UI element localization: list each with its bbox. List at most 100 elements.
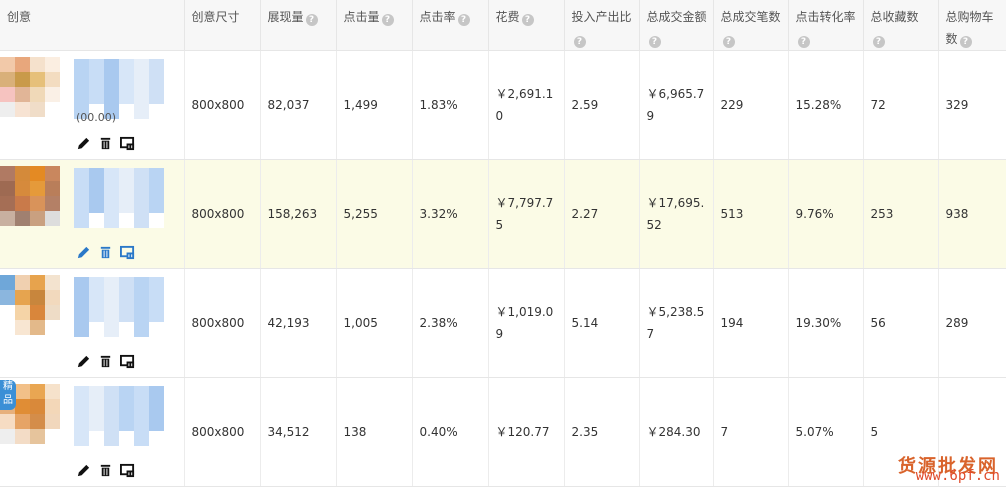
premium-badge: 精品 <box>0 380 16 410</box>
cell-favorites: 56 <box>863 269 938 378</box>
cell-cost: ￥2,691.10 <box>488 51 564 160</box>
creative-actions <box>76 463 135 478</box>
cell-impressions: 34,512 <box>260 378 336 487</box>
column-header[interactable]: 总成交金额? <box>639 0 713 51</box>
column-header[interactable]: 投入产出比? <box>564 0 639 51</box>
column-header[interactable]: 点击转化率? <box>788 0 863 51</box>
column-header[interactable]: 点击率? <box>412 0 488 51</box>
creative-title-blurred <box>74 386 164 446</box>
creative-title-blurred <box>74 168 164 228</box>
edit-icon[interactable] <box>76 136 91 151</box>
creative-thumbnail[interactable] <box>0 57 62 119</box>
cell-roi: 5.14 <box>564 269 639 378</box>
cell-carts: 329 <box>938 51 1006 160</box>
cell-orders: 7 <box>713 378 788 487</box>
delete-icon[interactable] <box>98 463 113 478</box>
cell-impressions: 42,193 <box>260 269 336 378</box>
creative-cell <box>0 160 184 269</box>
cell-size: 800x800 <box>184 160 260 269</box>
edit-icon[interactable] <box>76 245 91 260</box>
cell-ctr: 0.40% <box>412 378 488 487</box>
column-header-label: 点击率 <box>420 10 456 24</box>
cell-gmv: ￥6,965.79 <box>639 51 713 160</box>
column-header[interactable]: 创意尺寸 <box>184 0 260 51</box>
column-header-label: 创意 <box>7 10 31 24</box>
creative-title-fragment: (00.00) <box>76 107 116 129</box>
column-header[interactable]: 花费? <box>488 0 564 51</box>
cell-impressions: 158,263 <box>260 160 336 269</box>
help-icon[interactable]: ? <box>798 36 810 48</box>
edit-icon[interactable] <box>76 354 91 369</box>
cell-size: 800x800 <box>184 378 260 487</box>
preview-icon[interactable] <box>120 136 135 151</box>
column-header-label: 总成交金额 <box>647 10 707 24</box>
help-icon[interactable]: ? <box>306 14 318 26</box>
creative-actions <box>76 354 135 369</box>
cell-clicks: 5,255 <box>336 160 412 269</box>
cell-favorites: 72 <box>863 51 938 160</box>
cell-cvr: 9.76% <box>788 160 863 269</box>
cell-clicks: 1,005 <box>336 269 412 378</box>
column-header[interactable]: 总成交笔数? <box>713 0 788 51</box>
column-header-label: 点击转化率 <box>796 10 856 24</box>
cell-ctr: 2.38% <box>412 269 488 378</box>
creative-thumbnail[interactable] <box>0 166 62 228</box>
table-body: (00.00)800x80082,0371,4991.83%￥2,691.102… <box>0 51 1006 487</box>
cell-cvr: 15.28% <box>788 51 863 160</box>
creative-cell: (00.00) <box>0 51 184 160</box>
cell-size: 800x800 <box>184 51 260 160</box>
preview-icon[interactable] <box>120 463 135 478</box>
delete-icon[interactable] <box>98 354 113 369</box>
column-header-label: 花费 <box>496 10 520 24</box>
cell-favorites: 253 <box>863 160 938 269</box>
help-icon[interactable]: ? <box>723 36 735 48</box>
cell-clicks: 1,499 <box>336 51 412 160</box>
column-header[interactable]: 展现量? <box>260 0 336 51</box>
cell-size: 800x800 <box>184 269 260 378</box>
column-header[interactable]: 点击量? <box>336 0 412 51</box>
help-icon[interactable]: ? <box>382 14 394 26</box>
column-header-label: 点击量 <box>344 10 380 24</box>
creative-cell: 精品 <box>0 378 184 487</box>
table-row[interactable]: 800x80042,1931,0052.38%￥1,019.095.14￥5,2… <box>0 269 1006 378</box>
cell-ctr: 3.32% <box>412 160 488 269</box>
help-icon[interactable]: ? <box>458 14 470 26</box>
creative-actions <box>76 136 135 151</box>
help-icon[interactable]: ? <box>649 36 661 48</box>
creative-title-blurred <box>74 277 164 337</box>
preview-icon[interactable] <box>120 245 135 260</box>
column-header[interactable]: 总购物车数? <box>938 0 1006 51</box>
help-icon[interactable]: ? <box>522 14 534 26</box>
cell-cost: ￥120.77 <box>488 378 564 487</box>
cell-cvr: 5.07% <box>788 378 863 487</box>
cell-gmv: ￥5,238.57 <box>639 269 713 378</box>
table-row[interactable]: 800x800158,2635,2553.32%￥7,797.752.27￥17… <box>0 160 1006 269</box>
delete-icon[interactable] <box>98 245 113 260</box>
column-header[interactable]: 创意 <box>0 0 184 51</box>
cell-carts: 289 <box>938 269 1006 378</box>
help-icon[interactable]: ? <box>873 36 885 48</box>
preview-icon[interactable] <box>120 354 135 369</box>
creative-report-table: 创意创意尺寸展现量?点击量?点击率?花费?投入产出比?总成交金额?总成交笔数?点… <box>0 0 1006 487</box>
cell-roi: 2.59 <box>564 51 639 160</box>
help-icon[interactable]: ? <box>960 36 972 48</box>
column-header[interactable]: 总收藏数? <box>863 0 938 51</box>
cell-orders: 229 <box>713 51 788 160</box>
cell-gmv: ￥284.30 <box>639 378 713 487</box>
column-header-label: 投入产出比 <box>572 10 632 24</box>
table-row[interactable]: (00.00)800x80082,0371,4991.83%￥2,691.102… <box>0 51 1006 160</box>
cell-clicks: 138 <box>336 378 412 487</box>
cell-roi: 2.27 <box>564 160 639 269</box>
table-row[interactable]: 精品800x80034,5121380.40%￥120.772.35￥284.3… <box>0 378 1006 487</box>
column-header-label: 总成交笔数 <box>721 10 781 24</box>
delete-icon[interactable] <box>98 136 113 151</box>
column-header-label: 展现量 <box>268 10 304 24</box>
help-icon[interactable]: ? <box>574 36 586 48</box>
cell-cost: ￥7,797.75 <box>488 160 564 269</box>
edit-icon[interactable] <box>76 463 91 478</box>
table-header-row: 创意创意尺寸展现量?点击量?点击率?花费?投入产出比?总成交金额?总成交笔数?点… <box>0 0 1006 51</box>
column-header-label: 总收藏数 <box>871 10 919 24</box>
creative-thumbnail[interactable] <box>0 275 62 337</box>
cell-gmv: ￥17,695.52 <box>639 160 713 269</box>
creative-cell <box>0 269 184 378</box>
